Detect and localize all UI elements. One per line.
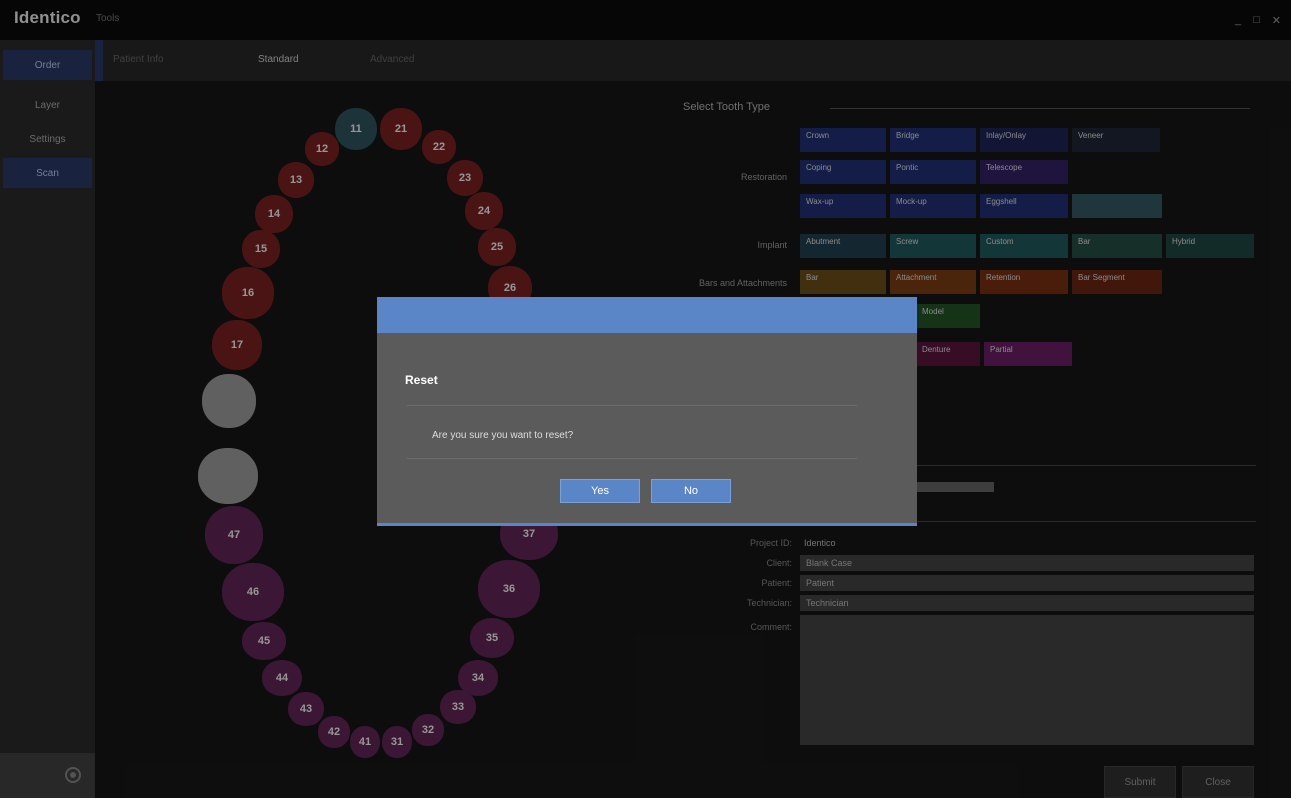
no-button[interactable]: No	[651, 479, 731, 503]
yes-button[interactable]: Yes	[560, 479, 640, 503]
reset-dialog: Reset Are you sure you want to reset? Ye…	[377, 297, 917, 526]
dialog-header	[377, 297, 917, 333]
dialog-divider	[407, 458, 857, 459]
dialog-message: Are you sure you want to reset?	[432, 430, 574, 441]
dialog-divider	[407, 405, 857, 406]
dialog-title: Reset	[405, 373, 438, 387]
